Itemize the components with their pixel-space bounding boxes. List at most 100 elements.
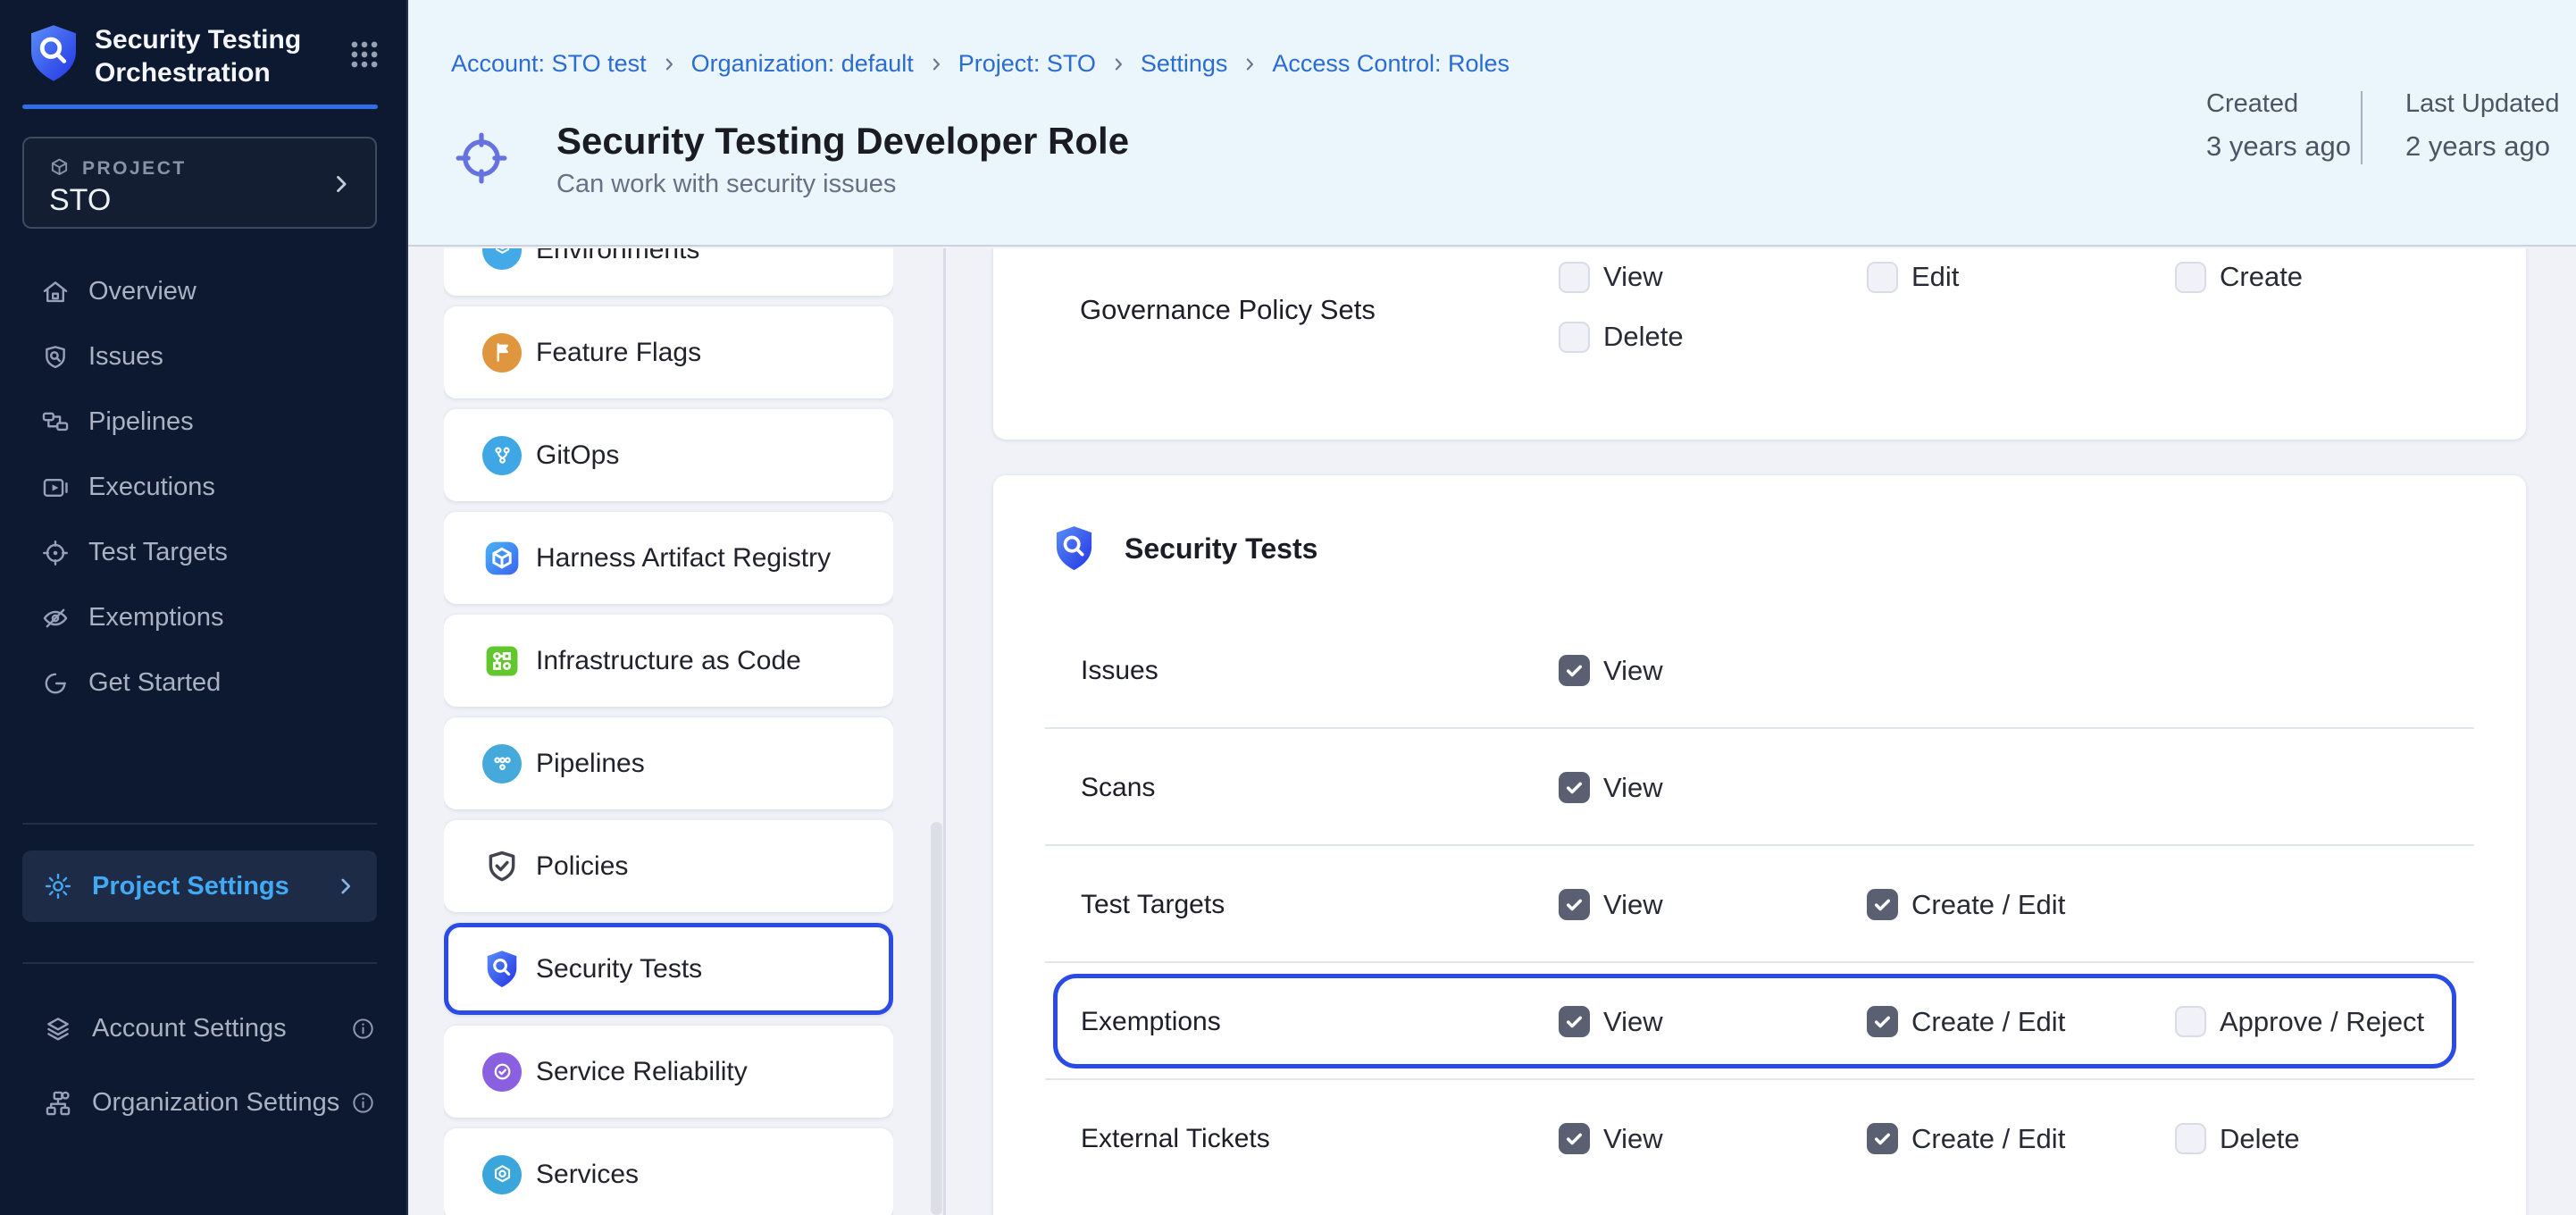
breadcrumb-item[interactable]: Account: STO test <box>451 50 647 78</box>
panel-scrollbar-thumb[interactable] <box>931 822 942 1215</box>
sidebar-item-project-settings[interactable]: Project Settings <box>22 850 377 922</box>
checkbox-view-checked[interactable] <box>1559 772 1590 803</box>
breadcrumb-item[interactable]: Settings <box>1141 50 1228 78</box>
checkbox-label[interactable]: Create / Edit <box>1911 1123 2065 1155</box>
checkbox-edit-unchecked[interactable] <box>1867 262 1898 293</box>
sidebar-item-issues[interactable]: Issues <box>0 324 406 390</box>
permission: Edit <box>1867 261 2175 293</box>
last-updated-block: Last Updated 2 years ago <box>2405 89 2560 164</box>
sidebar-item-organization-settings[interactable]: Organization Settings <box>22 1070 390 1135</box>
checkbox-label[interactable]: View <box>1603 1006 1663 1038</box>
checkbox-create-edit-checked[interactable] <box>1867 1123 1898 1154</box>
checkbox-label[interactable]: Create / Edit <box>1911 889 2065 921</box>
resource-card-environments[interactable]: Environments <box>444 248 893 296</box>
check-icon <box>1563 659 1585 682</box>
chevron-right-icon <box>329 172 354 197</box>
sidebar-item-test-targets[interactable]: Test Targets <box>0 520 406 585</box>
resource-card-feature-flags[interactable]: Feature Flags <box>444 306 893 398</box>
checkbox-approve-reject-unchecked[interactable] <box>2175 1006 2206 1037</box>
app-root: Security Testing Orchestration PROJECT S… <box>0 0 2576 1215</box>
sidebar: Security Testing Orchestration PROJECT S… <box>0 0 408 1215</box>
checkbox-view-checked[interactable] <box>1559 1006 1590 1037</box>
sidebar-divider <box>22 823 377 825</box>
resource-card-harness-artifact-registry[interactable]: Harness Artifact Registry <box>444 512 893 604</box>
checkbox-create-edit-checked[interactable] <box>1867 889 1898 920</box>
checkbox-label[interactable]: View <box>1603 261 1663 293</box>
sidebar-item-executions[interactable]: Executions <box>0 455 406 520</box>
resource-card-security-tests[interactable]: Security Tests <box>444 923 893 1015</box>
resource-card-infrastructure-as-code[interactable]: Infrastructure as Code <box>444 615 893 707</box>
info-icon[interactable] <box>350 1090 376 1116</box>
sidebar-item-label: Exemptions <box>88 603 224 633</box>
permission-row-label: Exemptions <box>1081 1007 1559 1037</box>
checkbox-view-checked[interactable] <box>1559 889 1590 920</box>
checkbox-label[interactable]: Delete <box>2220 1123 2300 1155</box>
sidebar-item-account-settings[interactable]: Account Settings <box>22 996 390 1061</box>
governance-label: Governance Policy Sets <box>1080 294 1376 326</box>
checkbox-create-unchecked[interactable] <box>2175 262 2206 293</box>
security-tests-title: Security Tests <box>1125 532 1317 566</box>
apps-grid-icon[interactable] <box>347 38 381 71</box>
checkbox-label[interactable]: Create / Edit <box>1911 1006 2065 1038</box>
checkbox-label[interactable]: View <box>1603 772 1663 804</box>
layers-gear-icon <box>43 1014 73 1044</box>
checkbox-label[interactable]: Delete <box>1603 321 1684 353</box>
check-icon <box>1563 893 1585 916</box>
resource-card-services[interactable]: Services <box>444 1128 893 1215</box>
sidebar-item-pipelines[interactable]: Pipelines <box>0 390 406 455</box>
pipelines-icon <box>40 407 71 438</box>
checkbox-create-edit-checked[interactable] <box>1867 1006 1898 1037</box>
checkbox-label[interactable]: View <box>1603 1123 1663 1155</box>
sidebar-item-get-started[interactable]: Get Started <box>0 650 406 716</box>
checkbox-view-checked[interactable] <box>1559 655 1590 686</box>
permission-row-external-tickets: External Tickets View Create / Edit Dele… <box>993 1080 2526 1197</box>
permission: Create / Edit <box>1867 1123 2175 1155</box>
checkbox-view-unchecked[interactable] <box>1559 262 1590 293</box>
checkbox-label[interactable]: Approve / Reject <box>2220 1006 2424 1038</box>
eye-off-icon <box>40 603 71 633</box>
app-title: Security Testing Orchestration <box>95 23 309 89</box>
security-tests-rows: Issues View Scans View Test Targets View… <box>993 612 2526 1197</box>
resource-card-gitops[interactable]: GitOps <box>444 409 893 501</box>
cube-icon <box>47 156 71 180</box>
checkbox-label[interactable]: View <box>1603 655 1663 687</box>
breadcrumb-item[interactable]: Organization: default <box>691 50 914 78</box>
page-title: Security Testing Developer Role <box>556 120 1129 163</box>
checkbox-delete-unchecked[interactable] <box>2175 1123 2206 1154</box>
sidebar-item-exemptions[interactable]: Exemptions <box>0 585 406 650</box>
role-target-icon <box>452 129 511 188</box>
last-updated-value: 2 years ago <box>2405 130 2560 163</box>
checkbox-delete-unchecked[interactable] <box>1559 322 1590 353</box>
checkbox-view-checked[interactable] <box>1559 1123 1590 1154</box>
feature-flags-glyph <box>489 339 515 365</box>
info-icon[interactable] <box>350 1016 376 1042</box>
resource-card-label: Infrastructure as Code <box>536 646 801 676</box>
breadcrumb-item[interactable]: Access Control: Roles <box>1272 50 1510 78</box>
project-selector[interactable]: PROJECT STO <box>22 137 377 229</box>
permission: View <box>1559 1006 1867 1038</box>
content-area: Environments Feature Flags GitOps Harnes… <box>408 248 2576 1215</box>
resource-card-label: Policies <box>536 851 628 882</box>
breadcrumb-item[interactable]: Project: STO <box>958 50 1096 78</box>
check-icon <box>1563 776 1585 799</box>
permission-row-test-targets: Test Targets View Create / Edit <box>993 846 2526 963</box>
permission-row-label: External Tickets <box>1081 1124 1559 1154</box>
checkbox-label[interactable]: Edit <box>1911 261 1959 293</box>
resource-card-service-reliability[interactable]: Service Reliability <box>444 1026 893 1118</box>
security-tests-card: Security Tests Issues View Scans View Te… <box>993 475 2526 1215</box>
permission: Delete <box>1559 321 1867 353</box>
check-icon <box>1871 1127 1894 1150</box>
iac-icon <box>482 641 522 681</box>
app-title-line1: Security Testing <box>95 23 309 56</box>
permission: Approve / Reject <box>2175 1006 2483 1038</box>
checkbox-label[interactable]: View <box>1603 889 1663 921</box>
checkbox-label[interactable]: Create <box>2220 261 2303 293</box>
sidebar-nav: Overview Issues Pipelines Executions Tes… <box>0 259 406 716</box>
resource-card-label: Pipelines <box>536 749 645 779</box>
sidebar-item-label: Executions <box>88 473 215 502</box>
get-started-icon <box>40 668 71 699</box>
sidebar-item-label: Test Targets <box>88 538 228 567</box>
resource-card-pipelines[interactable]: Pipelines <box>444 717 893 809</box>
resource-card-policies[interactable]: Policies <box>444 820 893 912</box>
sidebar-item-overview[interactable]: Overview <box>0 259 406 324</box>
